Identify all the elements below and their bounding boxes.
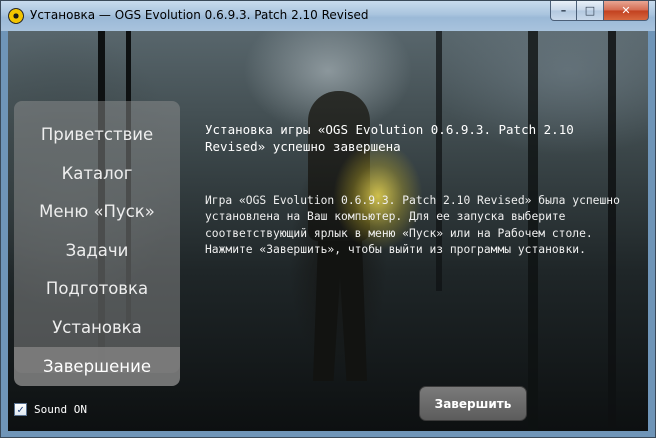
minimize-icon: – <box>560 4 567 17</box>
close-icon: ✕ <box>621 4 631 17</box>
title-bar[interactable]: Установка — OGS Evolution 0.6.9.3. Patch… <box>1 1 655 31</box>
sound-toggle[interactable]: ✓ Sound ON <box>14 401 87 417</box>
minimize-button[interactable]: – <box>550 1 577 21</box>
finish-button[interactable]: Завершить <box>419 386 527 421</box>
maximize-button[interactable]: □ <box>577 1 604 21</box>
sidebar-nav: Приветствие Каталог Меню «Пуск» Задачи Подго… <box>14 101 180 386</box>
window-title: Установка — OGS Evolution 0.6.9.3. Patch… <box>30 8 369 22</box>
main-content: Установка игры «OGS Evolution 0.6.9.3. P… <box>205 121 625 256</box>
sound-checkbox[interactable]: ✓ <box>14 402 27 416</box>
page-heading: Установка игры «OGS Evolution 0.6.9.3. P… <box>205 122 574 154</box>
sidebar-item[interactable]: Установка <box>14 308 180 347</box>
maximize-icon: □ <box>584 4 596 17</box>
sidebar-item[interactable]: Подготовка <box>14 269 180 308</box>
sound-label: Sound ON <box>34 402 87 416</box>
sidebar-item[interactable]: Приветствие <box>14 115 180 154</box>
completion-message: Игра «OGS Evolution 0.6.9.3. Patch 2.10 … <box>205 194 620 257</box>
installer-content: Приветствие Каталог Меню «Пуск» Задачи Подго… <box>8 31 648 431</box>
sidebar-item[interactable]: Каталог <box>14 154 180 193</box>
window-controls: – □ ✕ <box>550 1 649 21</box>
installer-window: Установка — OGS Evolution 0.6.9.3. Patch… <box>0 0 656 438</box>
close-button[interactable]: ✕ <box>604 1 649 21</box>
sidebar-item[interactable]: Задачи <box>14 231 180 270</box>
sidebar-item[interactable]: Меню «Пуск» <box>14 192 180 231</box>
sidebar-item[interactable]: Завершение <box>14 346 180 386</box>
radiation-icon <box>8 8 24 24</box>
checkmark-icon: ✓ <box>17 402 24 416</box>
